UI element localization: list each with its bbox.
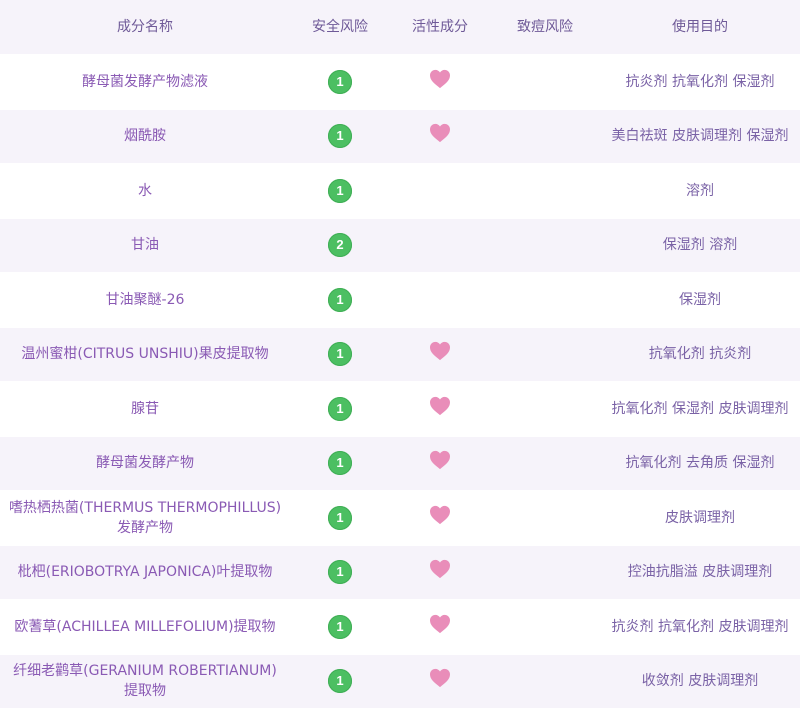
safety-cell: 1	[290, 669, 390, 693]
table-row: 嗜热栖热菌(THERMUS THERMOPHILLUS)发酵产物 1 皮肤调理剂	[0, 491, 800, 546]
heart-icon	[429, 559, 451, 579]
heart-icon	[429, 505, 451, 525]
active-cell	[390, 69, 490, 95]
safety-cell: 1	[290, 288, 390, 312]
table-row: 温州蜜柑(CITRUS UNSHIU)果皮提取物 1 抗氧化剂 抗炎剂	[0, 328, 800, 383]
heart-icon	[429, 69, 451, 89]
usage-purpose: 控油抗脂溢 皮肤调理剂	[600, 562, 800, 582]
usage-purpose: 抗氧化剂 保湿剂 皮肤调理剂	[600, 399, 800, 419]
safety-badge: 2	[328, 233, 352, 257]
ingredient-name: 腺苷	[0, 399, 290, 419]
ingredient-name: 温州蜜柑(CITRUS UNSHIU)果皮提取物	[0, 344, 290, 364]
usage-purpose: 皮肤调理剂	[600, 508, 800, 528]
ingredient-name: 欧蓍草(ACHILLEA MILLEFOLIUM)提取物	[0, 617, 290, 637]
active-cell	[390, 123, 490, 149]
usage-purpose: 溶剂	[600, 181, 800, 201]
heart-icon	[429, 396, 451, 416]
usage-purpose: 保湿剂 溶剂	[600, 235, 800, 255]
safety-cell: 1	[290, 124, 390, 148]
table-body: 酵母菌发酵产物滤液 1 抗炎剂 抗氧化剂 保湿剂 烟酰胺 1 美白祛斑 皮肤调理…	[0, 55, 800, 709]
table-header: 成分名称 安全风险 活性成分 致痘风险 使用目的	[0, 0, 800, 55]
active-cell	[390, 505, 490, 531]
active-cell	[390, 559, 490, 585]
usage-purpose: 美白祛斑 皮肤调理剂 保湿剂	[600, 126, 800, 146]
heart-icon	[429, 668, 451, 688]
safety-cell: 2	[290, 233, 390, 257]
usage-purpose: 抗氧化剂 去角质 保湿剂	[600, 453, 800, 473]
heart-icon	[429, 614, 451, 634]
usage-purpose: 抗炎剂 抗氧化剂 保湿剂	[600, 72, 800, 92]
ingredient-name: 枇杷(ERIOBOTRYA JAPONICA)叶提取物	[0, 562, 290, 582]
usage-purpose: 收敛剂 皮肤调理剂	[600, 671, 800, 691]
table-row: 腺苷 1 抗氧化剂 保湿剂 皮肤调理剂	[0, 382, 800, 437]
safety-cell: 1	[290, 506, 390, 530]
header-purpose: 使用目的	[600, 17, 800, 37]
safety-cell: 1	[290, 397, 390, 421]
ingredient-name: 水	[0, 181, 290, 201]
ingredient-name: 酵母菌发酵产物滤液	[0, 72, 290, 92]
table-row: 酵母菌发酵产物 1 抗氧化剂 去角质 保湿剂	[0, 437, 800, 492]
safety-badge: 1	[328, 451, 352, 475]
safety-cell: 1	[290, 342, 390, 366]
safety-cell: 1	[290, 451, 390, 475]
header-safety: 安全风险	[290, 17, 390, 37]
ingredient-table: 成分名称 安全风险 活性成分 致痘风险 使用目的 酵母菌发酵产物滤液 1 抗炎剂…	[0, 0, 800, 709]
active-cell	[390, 396, 490, 422]
safety-badge: 1	[328, 615, 352, 639]
active-cell	[390, 450, 490, 476]
safety-badge: 1	[328, 179, 352, 203]
heart-icon	[429, 450, 451, 470]
safety-badge: 1	[328, 560, 352, 584]
safety-cell: 1	[290, 615, 390, 639]
usage-purpose: 保湿剂	[600, 290, 800, 310]
table-row: 烟酰胺 1 美白祛斑 皮肤调理剂 保湿剂	[0, 110, 800, 165]
safety-badge: 1	[328, 124, 352, 148]
header-acne: 致痘风险	[490, 17, 600, 37]
heart-icon	[429, 341, 451, 361]
ingredient-name: 甘油	[0, 235, 290, 255]
active-cell	[390, 614, 490, 640]
table-row: 纤细老鹳草(GERANIUM ROBERTIANUM)提取物 1 收敛剂 皮肤调…	[0, 655, 800, 709]
table-row: 甘油 2 保湿剂 溶剂	[0, 219, 800, 274]
safety-cell: 1	[290, 70, 390, 94]
table-row: 水 1 溶剂	[0, 164, 800, 219]
usage-purpose: 抗氧化剂 抗炎剂	[600, 344, 800, 364]
usage-purpose: 抗炎剂 抗氧化剂 皮肤调理剂	[600, 617, 800, 637]
active-cell	[390, 668, 490, 694]
ingredient-name: 酵母菌发酵产物	[0, 453, 290, 473]
active-cell	[390, 341, 490, 367]
ingredient-name: 烟酰胺	[0, 126, 290, 146]
ingredient-name: 甘油聚醚-26	[0, 290, 290, 310]
safety-badge: 1	[328, 506, 352, 530]
safety-badge: 1	[328, 669, 352, 693]
safety-cell: 1	[290, 179, 390, 203]
header-name: 成分名称	[0, 17, 290, 37]
ingredient-name: 纤细老鹳草(GERANIUM ROBERTIANUM)提取物	[0, 661, 290, 701]
safety-badge: 1	[328, 288, 352, 312]
safety-badge: 1	[328, 397, 352, 421]
ingredient-name: 嗜热栖热菌(THERMUS THERMOPHILLUS)发酵产物	[0, 498, 290, 538]
safety-badge: 1	[328, 70, 352, 94]
table-row: 酵母菌发酵产物滤液 1 抗炎剂 抗氧化剂 保湿剂	[0, 55, 800, 110]
table-row: 欧蓍草(ACHILLEA MILLEFOLIUM)提取物 1 抗炎剂 抗氧化剂 …	[0, 600, 800, 655]
header-active: 活性成分	[390, 17, 490, 37]
heart-icon	[429, 123, 451, 143]
table-row: 甘油聚醚-26 1 保湿剂	[0, 273, 800, 328]
safety-cell: 1	[290, 560, 390, 584]
table-row: 枇杷(ERIOBOTRYA JAPONICA)叶提取物 1 控油抗脂溢 皮肤调理…	[0, 546, 800, 601]
safety-badge: 1	[328, 342, 352, 366]
